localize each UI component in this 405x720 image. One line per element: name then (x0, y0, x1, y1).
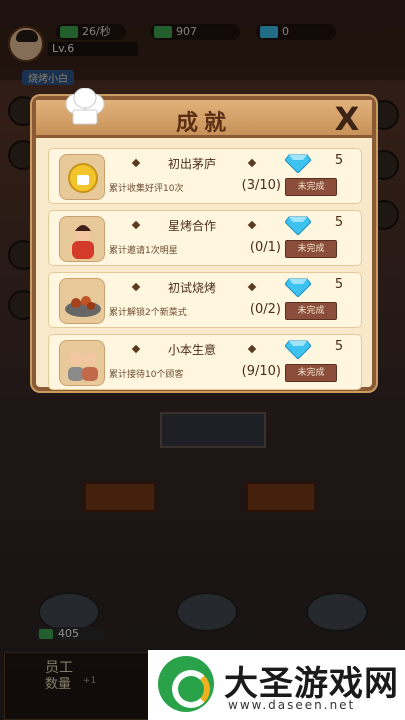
close-button[interactable]: X (330, 102, 364, 136)
achievement-row: 小本生意 累计接待10个顾客 5 (9/10) 未完成 (48, 334, 362, 390)
achievement-name: 初试烧烤 (167, 281, 216, 295)
achievement-progress: (3/10) (241, 178, 281, 193)
game-screen: 26/秒 907 0 Lv.6 烧烤小白 405 员工 数量 +1 成就 X 初… (0, 0, 405, 720)
achievement-desc: 累计接待10个顾客 (109, 370, 184, 380)
watermark-url: www.daseen.net (228, 698, 356, 712)
achievement-name: 星烤合作 (167, 219, 216, 233)
achievement-status-button[interactable]: 未完成 (285, 178, 337, 196)
site-watermark: 大圣游戏网 www.daseen.net (148, 650, 405, 720)
thumbs-up-icon (59, 154, 105, 200)
achievement-reward: 5 (334, 339, 344, 354)
gem-icon (285, 278, 311, 297)
gem-icon (285, 340, 311, 359)
achievement-progress: (9/10) (241, 364, 281, 379)
achievement-status-button[interactable]: 未完成 (285, 302, 337, 320)
gem-icon (285, 216, 311, 235)
dialog-header: 成就 X (36, 88, 372, 138)
bbq-dish-icon (59, 278, 105, 324)
achievement-desc: 累计收集好评10次 (109, 184, 184, 194)
achievement-name: 初出茅庐 (167, 157, 216, 171)
achievement-desc: 累计解锁2个新菜式 (109, 308, 187, 318)
achievement-desc: 累计邀请1次明星 (109, 246, 178, 256)
site-logo-icon (158, 656, 214, 712)
achievement-reward: 5 (334, 215, 344, 230)
achievement-status-button[interactable]: 未完成 (285, 364, 337, 382)
achievement-status-button[interactable]: 未完成 (285, 240, 337, 258)
achievement-reward: 5 (334, 153, 344, 168)
achievement-dialog: 成就 X 初出茅庐 累计收集好评10次 5 (3/10) 未完成 星烤合作 累计… (32, 88, 376, 391)
achievement-name: 小本生意 (167, 343, 216, 357)
achievement-reward: 5 (334, 277, 344, 292)
customers-icon (59, 340, 105, 386)
achievement-row: 初出茅庐 累计收集好评10次 5 (3/10) 未完成 (48, 148, 362, 204)
achievement-progress: (0/2) (249, 302, 281, 317)
dialog-title: 成就 (175, 111, 232, 136)
achievement-row: 初试烧烤 累计解锁2个新菜式 5 (0/2) 未完成 (48, 272, 362, 328)
star-icon (59, 216, 105, 262)
achievement-row: 星烤合作 累计邀请1次明星 5 (0/1) 未完成 (48, 210, 362, 266)
achievement-progress: (0/1) (249, 240, 281, 255)
gem-icon (285, 154, 311, 173)
